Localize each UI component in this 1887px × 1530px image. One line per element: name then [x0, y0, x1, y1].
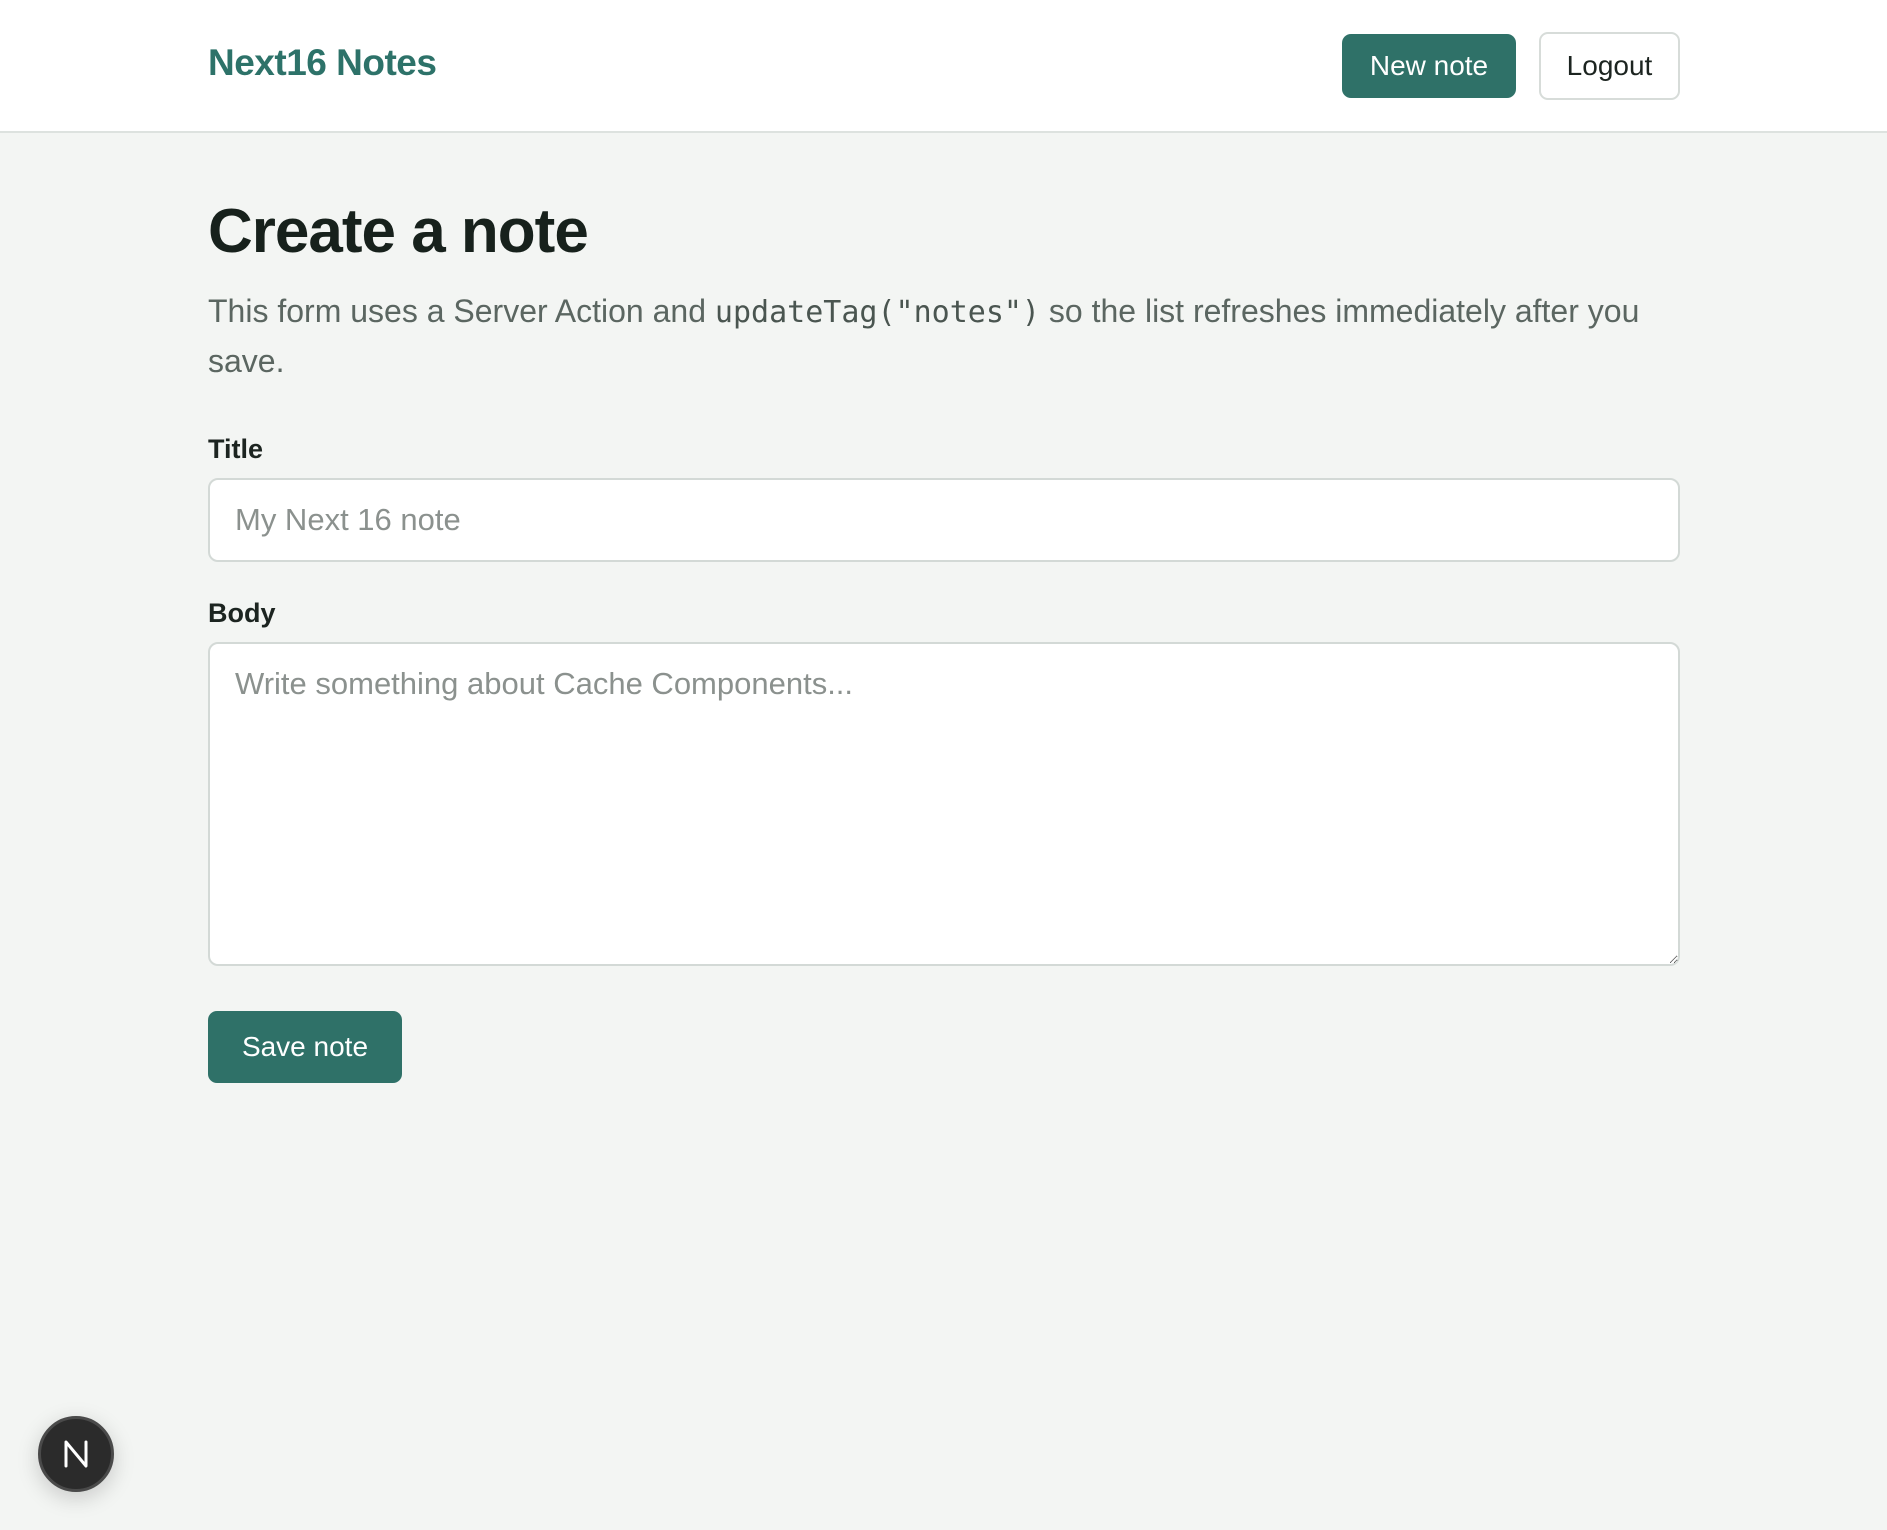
logout-button[interactable]: Logout: [1539, 32, 1680, 100]
body-textarea[interactable]: [208, 642, 1680, 966]
title-label: Title: [208, 434, 264, 464]
save-note-button[interactable]: Save note: [208, 1011, 402, 1083]
title-input[interactable]: [208, 478, 1680, 562]
body-label: Body: [208, 598, 276, 628]
description-text-start: This form uses a Server Action and: [208, 293, 715, 329]
nextjs-dev-tools-button[interactable]: [38, 1416, 114, 1492]
brand-logo-text[interactable]: Next16 Notes: [208, 42, 437, 84]
new-note-button[interactable]: New note: [1342, 34, 1516, 98]
description-code: updateTag("notes"): [714, 295, 1040, 330]
app-header: Next16 Notes New note Logout: [0, 0, 1887, 133]
page-title: Create a note: [208, 197, 589, 266]
page-description: This form uses a Server Action and updat…: [208, 287, 1668, 385]
nextjs-logo-icon: [64, 1440, 88, 1468]
